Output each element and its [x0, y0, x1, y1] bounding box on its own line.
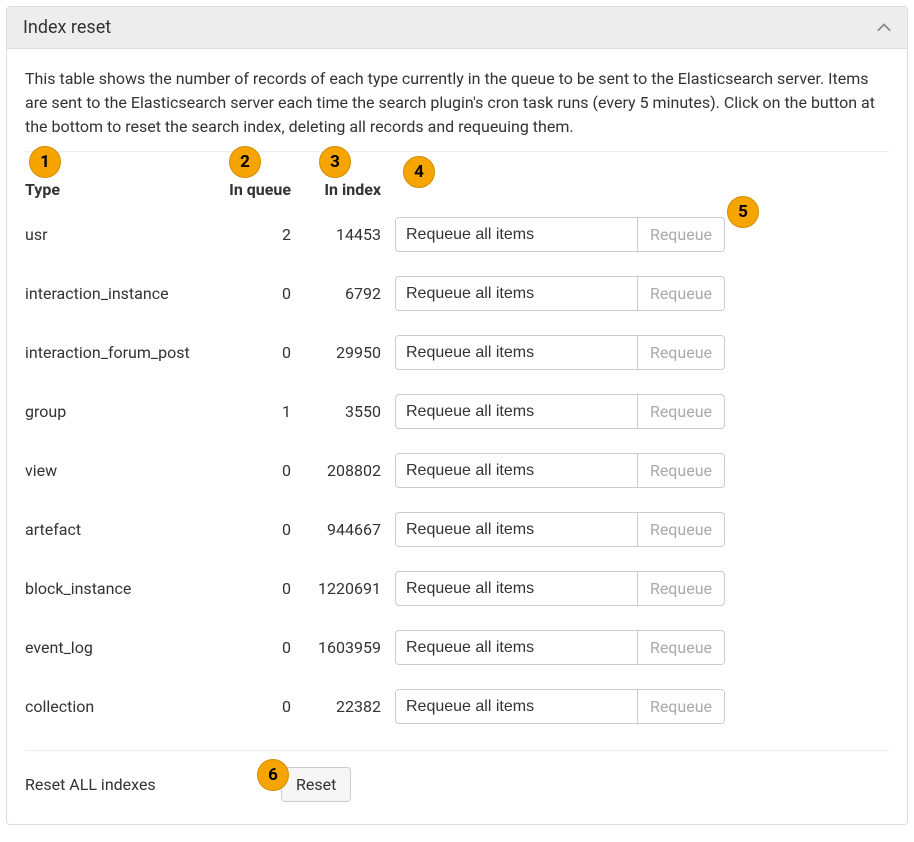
- cell-index: 3550: [305, 382, 395, 441]
- cell-queue: 0: [225, 323, 305, 382]
- cell-action: Requeue: [395, 559, 889, 618]
- intro-text: This table shows the number of records o…: [25, 67, 889, 139]
- cell-type: usr: [25, 205, 225, 264]
- table-row: collection022382 Requeue: [25, 677, 889, 736]
- cell-queue: 0: [225, 264, 305, 323]
- cell-type: interaction_forum_post: [25, 323, 225, 382]
- cell-index: 1603959: [305, 618, 395, 677]
- index-reset-panel: Index reset This table shows the number …: [6, 6, 908, 825]
- requeue-input[interactable]: [395, 335, 638, 370]
- cell-index: 14453: [305, 205, 395, 264]
- cell-queue: 0: [225, 618, 305, 677]
- cell-index: 944667: [305, 500, 395, 559]
- cell-queue: 0: [225, 500, 305, 559]
- panel-title: Index reset: [23, 17, 111, 38]
- cell-type: view: [25, 441, 225, 500]
- cell-queue: 1: [225, 382, 305, 441]
- requeue-input[interactable]: [395, 217, 638, 252]
- cell-action: Requeue: [395, 382, 889, 441]
- cell-action: Requeue: [395, 205, 889, 264]
- requeue-input[interactable]: [395, 630, 638, 665]
- requeue-button[interactable]: Requeue: [638, 276, 725, 311]
- cell-index: 1220691: [305, 559, 395, 618]
- cell-type: block_instance: [25, 559, 225, 618]
- requeue-button[interactable]: Requeue: [638, 689, 725, 724]
- cell-index: 29950: [305, 323, 395, 382]
- panel-body: This table shows the number of records o…: [7, 49, 907, 824]
- cell-action: Requeue: [395, 441, 889, 500]
- requeue-button[interactable]: Requeue: [638, 512, 725, 547]
- cell-index: 6792: [305, 264, 395, 323]
- table-row: usr214453 Requeue: [25, 205, 889, 264]
- cell-type: interaction_instance: [25, 264, 225, 323]
- cell-action: Requeue: [395, 500, 889, 559]
- requeue-button[interactable]: Requeue: [638, 453, 725, 488]
- index-table: Type In queue In index usr214453Requeuei…: [25, 152, 889, 736]
- cell-index: 22382: [305, 677, 395, 736]
- callout-3: 3: [319, 146, 351, 178]
- callout-6: 6: [257, 759, 289, 791]
- requeue-input[interactable]: [395, 453, 638, 488]
- cell-action: Requeue: [395, 618, 889, 677]
- table-row: artefact0944667 Requeue: [25, 500, 889, 559]
- cell-action: Requeue: [395, 323, 889, 382]
- table-wrapper: 1 2 3 4 5 Type In queue In index usr2144…: [25, 152, 889, 736]
- table-row: interaction_instance06792 Requeue: [25, 264, 889, 323]
- panel-header[interactable]: Index reset: [7, 7, 907, 49]
- col-header-action: [395, 152, 889, 205]
- table-row: interaction_forum_post029950 Requeue: [25, 323, 889, 382]
- cell-queue: 0: [225, 677, 305, 736]
- table-row: block_instance01220691 Requeue: [25, 559, 889, 618]
- callout-2: 2: [229, 146, 261, 178]
- cell-type: collection: [25, 677, 225, 736]
- cell-queue: 0: [225, 559, 305, 618]
- requeue-input[interactable]: [395, 689, 638, 724]
- cell-index: 208802: [305, 441, 395, 500]
- reset-row: Reset ALL indexes 6 Reset: [25, 750, 889, 806]
- requeue-input[interactable]: [395, 571, 638, 606]
- requeue-button[interactable]: Requeue: [638, 571, 725, 606]
- cell-queue: 0: [225, 441, 305, 500]
- table-row: view0208802 Requeue: [25, 441, 889, 500]
- cell-queue: 2: [225, 205, 305, 264]
- requeue-input[interactable]: [395, 276, 638, 311]
- requeue-input[interactable]: [395, 394, 638, 429]
- cell-action: Requeue: [395, 677, 889, 736]
- reset-all-label: Reset ALL indexes: [25, 775, 269, 794]
- requeue-button[interactable]: Requeue: [638, 394, 725, 429]
- requeue-button[interactable]: Requeue: [638, 335, 725, 370]
- cell-type: group: [25, 382, 225, 441]
- requeue-button[interactable]: Requeue: [638, 217, 725, 252]
- requeue-input[interactable]: [395, 512, 638, 547]
- callout-1: 1: [29, 146, 61, 178]
- reset-button[interactable]: Reset: [281, 767, 351, 802]
- requeue-button[interactable]: Requeue: [638, 630, 725, 665]
- cell-type: artefact: [25, 500, 225, 559]
- cell-type: event_log: [25, 618, 225, 677]
- cell-action: Requeue: [395, 264, 889, 323]
- table-row: group13550 Requeue: [25, 382, 889, 441]
- callout-5: 5: [727, 196, 759, 228]
- chevron-up-icon: [877, 21, 891, 35]
- callout-4: 4: [403, 156, 435, 188]
- table-row: event_log01603959 Requeue: [25, 618, 889, 677]
